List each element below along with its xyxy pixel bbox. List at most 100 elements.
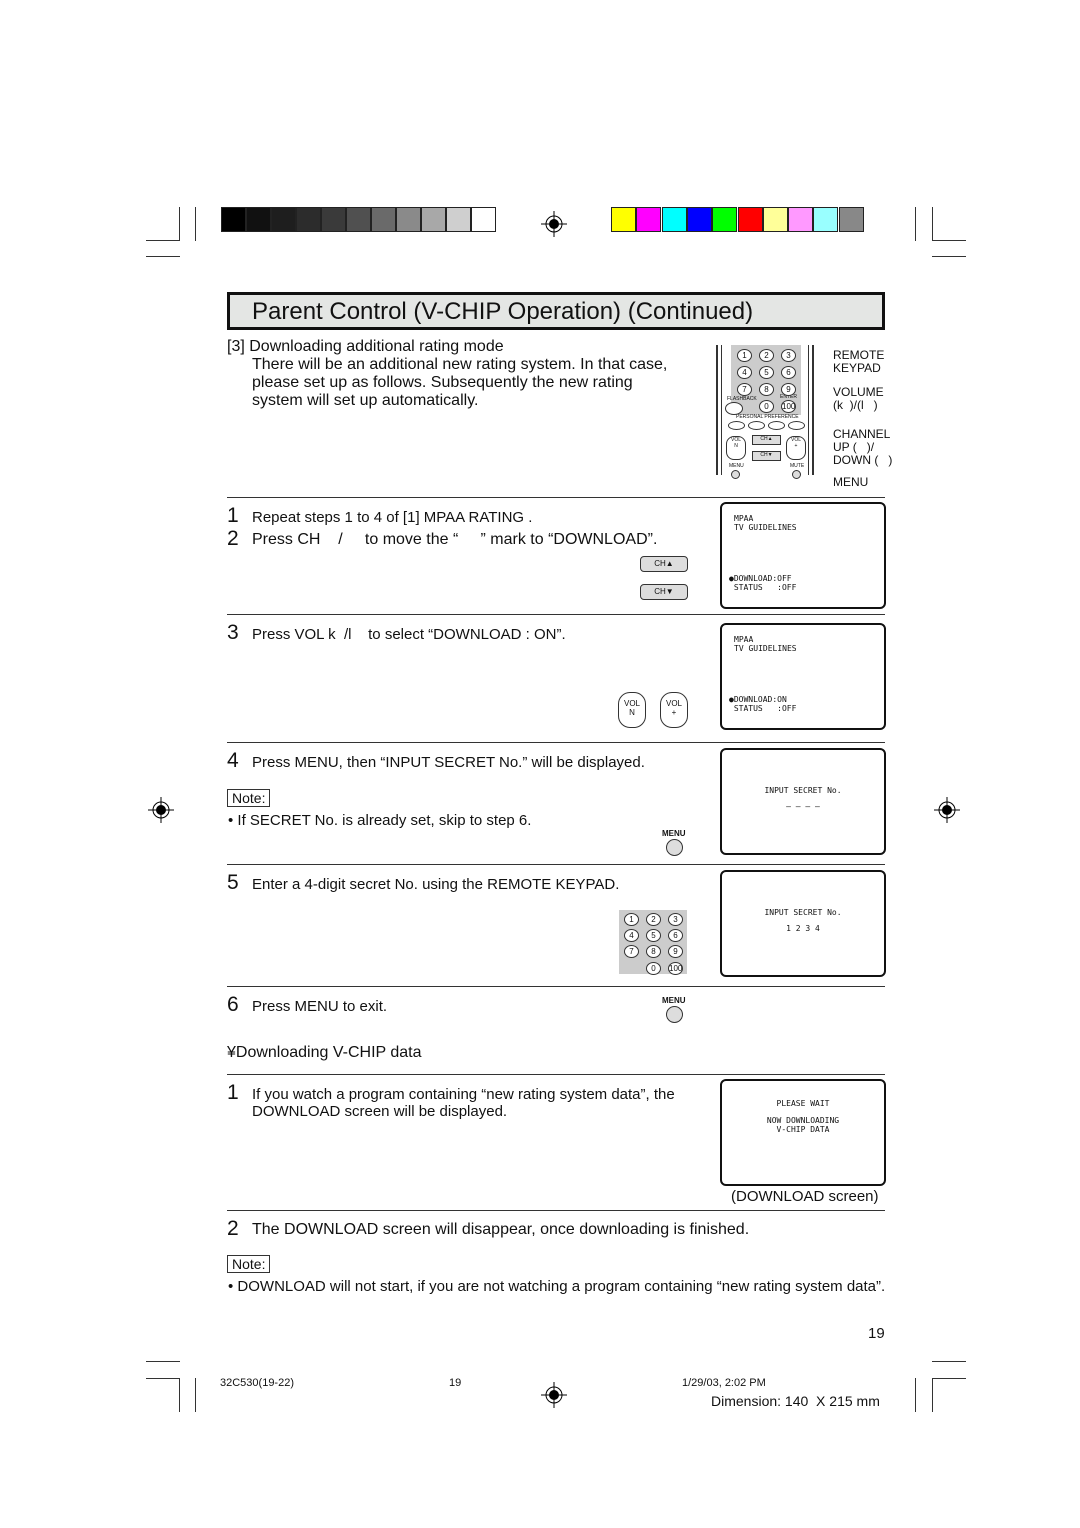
crop-mark — [932, 1361, 966, 1362]
tv-screen-download-on: MPAA TV GUIDELINES ●DOWNLOAD:ON STATUS :… — [720, 623, 886, 730]
keypad-key-6[interactable]: 6 — [668, 929, 683, 942]
keypad-key-5[interactable]: 5 — [759, 366, 774, 379]
menu-callout: MENU — [833, 475, 869, 489]
mute-button[interactable] — [792, 470, 801, 479]
menu-button[interactable] — [666, 1006, 683, 1023]
tv-screen-download-off: MPAA TV GUIDELINES ●DOWNLOAD:OFF STATUS … — [720, 502, 886, 609]
keypad-key-0[interactable]: 0 — [646, 962, 661, 975]
footer-page: 19 — [449, 1377, 462, 1389]
color-swatch — [611, 207, 636, 232]
crop-mark — [915, 1378, 916, 1412]
step-number: 2 — [227, 1217, 239, 1240]
keypad-key-7[interactable]: 7 — [737, 383, 752, 396]
mute-label: MUTE — [790, 463, 805, 469]
crop-mark — [179, 207, 180, 241]
menu-button[interactable] — [666, 839, 683, 856]
divider — [227, 497, 885, 498]
flashback-label: FLASHBACK — [727, 396, 757, 402]
keypad-key-5[interactable]: 5 — [646, 929, 661, 942]
screen-line: ●DOWNLOAD:ON — [729, 695, 787, 704]
keypad-key-100[interactable]: 100 — [668, 962, 683, 975]
vol-plus-button[interactable]: VOL + — [660, 692, 688, 728]
step-text: Press MENU, then “INPUT SECRET No.” will… — [252, 754, 645, 771]
color-swatch — [712, 207, 738, 232]
note-text: • If SECRET No. is already set, skip to … — [228, 812, 532, 829]
remote-edge — [812, 345, 814, 475]
section-heading: [3] Downloading additional rating mode — [227, 338, 504, 355]
note-label: Note: — [227, 1255, 271, 1273]
keypad-key-0[interactable]: 0 — [759, 400, 774, 413]
crop-mark — [146, 1361, 180, 1362]
remote-edge — [808, 345, 809, 475]
keypad-key-8[interactable]: 8 — [759, 383, 774, 396]
crop-mark — [195, 1378, 196, 1412]
color-swatch — [636, 207, 662, 232]
note-text: • DOWNLOAD will not start, if you are no… — [228, 1278, 886, 1295]
keypad-key-2[interactable]: 2 — [759, 349, 774, 362]
preference-button-C[interactable] — [768, 421, 785, 430]
gray-swatch — [246, 207, 271, 232]
vol-plus-button[interactable]: VOL + — [786, 436, 806, 460]
registration-mark-icon — [934, 797, 960, 823]
keypad-key-2[interactable]: 2 — [646, 913, 661, 926]
divider — [227, 1210, 885, 1211]
intro-text: system will set up automatically. — [252, 392, 479, 409]
keypad-key-6[interactable]: 6 — [781, 366, 796, 379]
vol-minus-button[interactable]: VOL N — [618, 692, 646, 728]
keypad-key-1[interactable]: 1 — [737, 349, 752, 362]
tv-screen-secret-entered: INPUT SECRET No. 1 2 3 4 — [720, 870, 886, 977]
screen-line: – – – – — [786, 802, 820, 811]
preference-button-D[interactable] — [788, 421, 805, 430]
footer-dimension: Dimension: 140 X 215 mm — [711, 1393, 880, 1409]
ch-down-button[interactable]: CH▼ — [752, 451, 781, 461]
keypad-key-4[interactable]: 4 — [624, 929, 639, 942]
step-text: Press VOL k /l to select “DOWNLOAD : ON”… — [252, 626, 566, 643]
preference-button-B[interactable] — [748, 421, 765, 430]
step-text: Repeat steps 1 to 4 of [1] MPAA RATING . — [252, 509, 533, 526]
ch-down-button[interactable]: CH▼ — [640, 584, 688, 600]
crop-mark — [932, 207, 933, 241]
ch-up-button[interactable]: CH▲ — [640, 556, 688, 572]
keypad-key-3[interactable]: 3 — [781, 349, 796, 362]
keypad-key-100[interactable]: 100 — [781, 400, 796, 413]
menu-label: MENU — [662, 829, 686, 838]
screen-line: ●DOWNLOAD:OFF — [729, 574, 792, 583]
step-number: 6 — [227, 993, 239, 1016]
gray-swatch — [421, 207, 446, 232]
keypad-callout: REMOTE KEYPAD — [833, 348, 885, 375]
manual-page: Parent Control (V-CHIP Operation) (Conti… — [0, 0, 1080, 1528]
step-text: DOWNLOAD screen will be displayed. — [252, 1103, 508, 1120]
remote-edge — [721, 345, 722, 475]
registration-mark-icon — [541, 211, 567, 237]
keypad-key-1[interactable]: 1 — [624, 913, 639, 926]
ch-up-button[interactable]: CH▲ — [752, 435, 781, 445]
step-number: 1 — [227, 504, 239, 527]
screen-line: INPUT SECRET No. — [764, 786, 842, 795]
step-text: If you watch a program containing “new r… — [252, 1086, 675, 1103]
flashback-button[interactable] — [725, 402, 743, 415]
crop-mark — [146, 1378, 180, 1379]
step-number: 5 — [227, 871, 239, 894]
crop-mark — [146, 256, 180, 257]
screen-line: INPUT SECRET No. — [764, 908, 842, 917]
personal-preference-label: PERSONAL PREFERENCE — [736, 414, 799, 420]
color-swatch — [813, 207, 839, 232]
gray-swatch — [371, 207, 396, 232]
color-swatch — [661, 207, 687, 232]
menu-button[interactable] — [731, 470, 740, 479]
gray-swatch — [221, 207, 246, 232]
gray-swatch — [471, 207, 496, 232]
keypad-key-8[interactable]: 8 — [646, 945, 661, 958]
keypad-key-9[interactable]: 9 — [668, 945, 683, 958]
divider — [227, 614, 885, 615]
keypad-key-7[interactable]: 7 — [624, 945, 639, 958]
keypad-key-4[interactable]: 4 — [737, 366, 752, 379]
vol-minus-button[interactable]: VOL N — [726, 436, 746, 460]
preference-button-A[interactable] — [728, 421, 745, 430]
color-swatch — [788, 207, 814, 232]
gray-swatch — [296, 207, 321, 232]
page-number: 19 — [868, 1325, 885, 1342]
keypad-key-9[interactable]: 9 — [781, 383, 796, 396]
note-label: Note: — [227, 789, 271, 807]
keypad-key-3[interactable]: 3 — [668, 913, 683, 926]
